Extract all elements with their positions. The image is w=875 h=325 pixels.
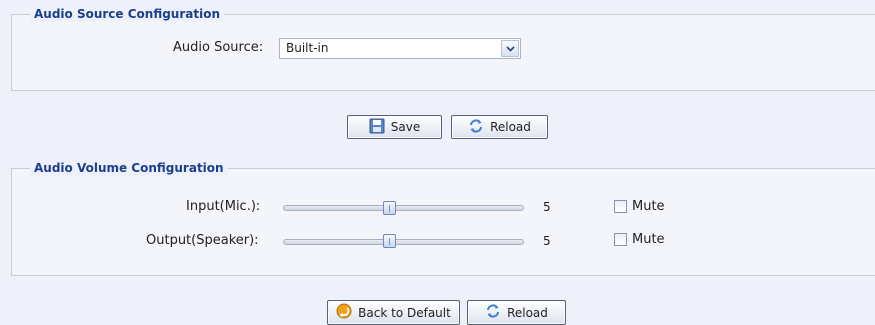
- refresh-arrows-icon: [485, 303, 501, 322]
- audio-source-value: Built-in: [286, 41, 329, 55]
- volume-reload-label: Reload: [507, 305, 548, 320]
- audio-source-select[interactable]: Built-in: [279, 38, 521, 59]
- chevron-down-icon[interactable]: [501, 40, 519, 57]
- output-volume-value: 5: [543, 234, 551, 248]
- input-mute-label: Mute: [632, 199, 665, 214]
- input-volume-slider-track[interactable]: [283, 205, 524, 211]
- reload-button-label: Reload: [490, 120, 531, 134]
- volume-reload-button[interactable]: Reload: [467, 300, 566, 325]
- refresh-arrows-icon: [468, 118, 484, 137]
- output-volume-slider-track[interactable]: [283, 239, 524, 245]
- output-speaker-label: Output(Speaker):: [146, 233, 259, 248]
- input-mute-checkbox[interactable]: [614, 200, 627, 213]
- input-mic-label: Input(Mic.):: [186, 199, 261, 214]
- back-arrow-icon: [336, 303, 352, 322]
- output-volume-slider-thumb[interactable]: [383, 234, 397, 248]
- output-mute-label: Mute: [632, 232, 665, 247]
- audio-volume-legend: Audio Volume Configuration: [30, 160, 228, 176]
- save-button-label: Save: [390, 120, 421, 134]
- back-to-default-label: Back to Default: [358, 305, 451, 320]
- audio-volume-fieldset: Audio Volume Configuration: [11, 160, 875, 276]
- audio-source-label: Audio Source:: [173, 40, 264, 55]
- audio-source-legend: Audio Source Configuration: [30, 6, 225, 22]
- reload-button[interactable]: Reload: [451, 115, 548, 139]
- input-volume-value: 5: [543, 200, 551, 214]
- output-mute-checkbox[interactable]: [614, 233, 627, 246]
- input-volume-slider-thumb[interactable]: [383, 201, 397, 215]
- floppy-disk-icon: [369, 118, 385, 137]
- save-button[interactable]: Save: [347, 115, 442, 139]
- back-to-default-button[interactable]: Back to Default: [327, 300, 460, 325]
